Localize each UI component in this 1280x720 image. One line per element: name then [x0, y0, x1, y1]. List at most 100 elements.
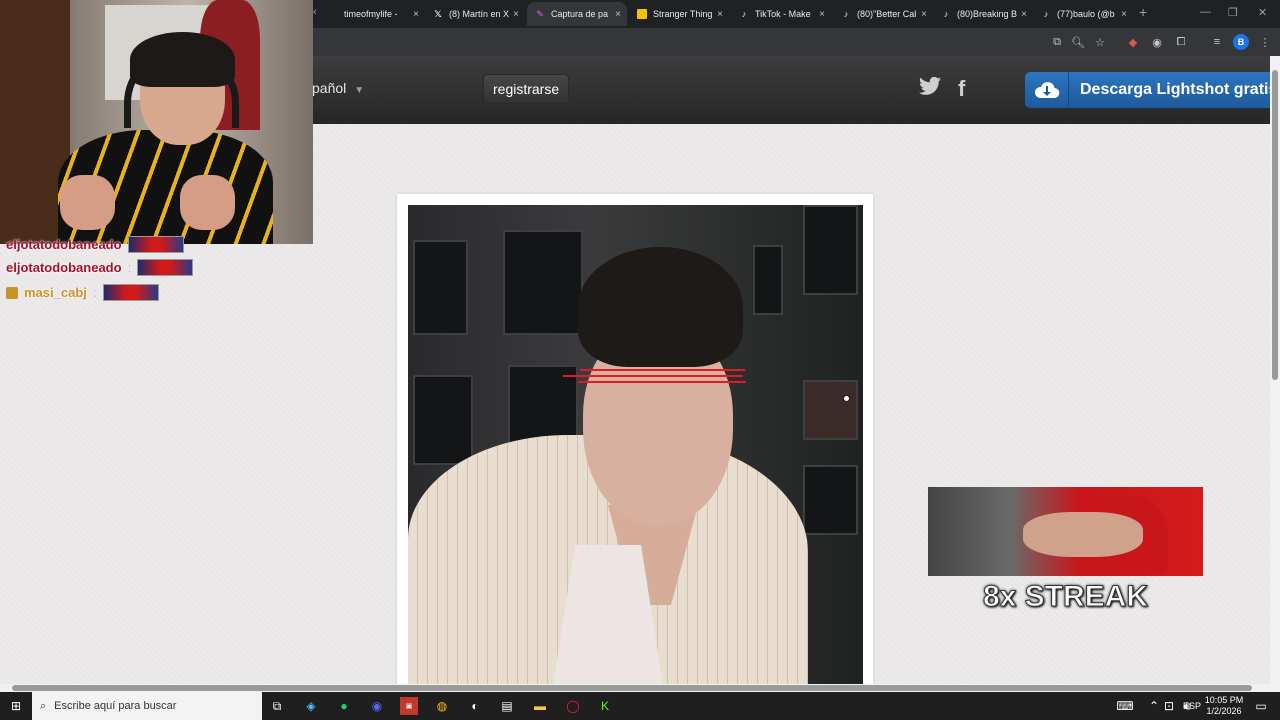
extension-fox-icon[interactable]: ◆	[1125, 34, 1141, 50]
chat-emote	[127, 236, 184, 253]
file-explorer-icon[interactable]: ▬	[531, 697, 549, 715]
streak-label: 8x STREAK	[982, 580, 1149, 614]
tiktok-icon: ♪	[1043, 9, 1049, 19]
reading-list-icon[interactable]: ≡	[1209, 34, 1225, 50]
hand	[180, 175, 235, 230]
task-view-icon[interactable]: ⧉	[268, 697, 286, 715]
search-icon: ⌕	[40, 699, 47, 712]
network-icon[interactable]: ⊡	[1160, 697, 1178, 715]
chrome-icon[interactable]: ◍	[433, 697, 451, 715]
search-placeholder: Escribe aquí para buscar	[54, 700, 177, 712]
facebook-icon[interactable]: f	[958, 76, 965, 102]
download-cloud-icon	[1025, 72, 1069, 108]
tab-scroll-left-icon[interactable]: ‹	[313, 6, 317, 18]
profile-avatar[interactable]: B	[1233, 34, 1249, 50]
page-icon	[328, 9, 338, 19]
language-indicator[interactable]: ESP	[1183, 701, 1201, 711]
tab-label: (8) Martín en X	[449, 9, 510, 19]
tab-close-icon[interactable]: ×	[1021, 9, 1027, 20]
capcut-icon[interactable]: ▤	[498, 697, 516, 715]
chat-badge-icon	[6, 286, 18, 299]
discord-icon[interactable]: ◉	[368, 697, 386, 715]
red-line-annotation	[578, 381, 746, 383]
language-label: pañol	[312, 80, 347, 96]
clock-date: 1/2/2026	[1206, 706, 1242, 716]
kick-icon[interactable]: K	[596, 697, 614, 715]
language-selector[interactable]: pañol ▼	[312, 80, 364, 96]
clock[interactable]: 10:05 PM 1/2/2026	[1200, 695, 1248, 717]
windows-start-icon[interactable]: ⊞	[7, 697, 25, 715]
new-tab-button[interactable]: +	[1139, 4, 1147, 20]
tab-label: (77)baulo (@b	[1057, 9, 1115, 19]
building-window	[803, 465, 858, 535]
tab-close-icon[interactable]: ×	[819, 9, 825, 20]
tab-label: Captura de pa	[551, 9, 609, 19]
vertical-scrollbar[interactable]	[1270, 56, 1280, 684]
horizontal-scrollbar[interactable]	[0, 684, 1280, 692]
mouse-cursor-icon	[843, 395, 850, 402]
hand	[60, 175, 115, 230]
chat-username: eljotatodobaneado	[6, 237, 122, 252]
tab-timeofmylife[interactable]: timeofmylife - ×	[320, 2, 425, 26]
tab-stranger-things[interactable]: Stranger Thing ×	[629, 2, 729, 26]
tab-label: (80)"Better Cal	[857, 9, 917, 19]
screenshot-image[interactable]	[408, 205, 863, 684]
spotify-icon[interactable]: ●	[335, 697, 353, 715]
twitter-icon[interactable]	[919, 76, 941, 102]
chat-emote	[137, 259, 194, 276]
extensions-puzzle-icon[interactable]: ⧠	[1173, 34, 1189, 50]
zoom-icon[interactable]: 🔍︎	[1070, 34, 1086, 50]
chat-emote	[102, 284, 159, 301]
scroll-thumb[interactable]	[12, 685, 1252, 691]
lightshot-feather-icon: ✎	[536, 8, 544, 19]
streak-gif	[928, 487, 1203, 576]
chevron-down-icon: ▼	[354, 85, 365, 96]
tab-close-icon[interactable]: ×	[413, 9, 419, 20]
building-window	[753, 245, 783, 315]
register-button[interactable]: registrarse	[483, 74, 570, 104]
tab-close-icon[interactable]: ×	[513, 9, 519, 20]
notification-icon[interactable]: ▭	[1252, 697, 1270, 715]
opera-icon[interactable]: ◯	[564, 697, 582, 715]
minimize-icon[interactable]: —	[1200, 6, 1211, 18]
tab-captura[interactable]: ✎ Captura de pa ×	[527, 2, 627, 26]
clock-time: 10:05 PM	[1204, 695, 1244, 705]
tab-better-call[interactable]: ♪ (80)"Better Cal ×	[833, 2, 933, 26]
building-window	[803, 205, 858, 295]
app-icon[interactable]: ▣	[400, 697, 418, 715]
tab-tiktok-make[interactable]: ♪ TikTok - Make ×	[731, 2, 831, 26]
tab-baulo[interactable]: ♪ (77)baulo (@b ×	[1033, 2, 1133, 26]
tiktok-icon: ♪	[943, 9, 949, 19]
scroll-thumb[interactable]	[1272, 70, 1278, 380]
chat-separator: :	[92, 285, 97, 300]
red-line-annotation	[563, 375, 743, 377]
tab-label: TikTok - Make	[755, 9, 811, 19]
cast-icon[interactable]: ⧉	[1049, 34, 1065, 50]
chat-message: eljotatodobaneado	[6, 236, 184, 253]
taskbar-search[interactable]: ⌕ Escribe aquí para buscar	[32, 692, 262, 720]
bookmark-star-icon[interactable]: ☆	[1092, 34, 1108, 50]
tab-close-icon[interactable]: ×	[615, 9, 621, 20]
tab-label: timeofmylife -	[344, 9, 398, 19]
tab-close-icon[interactable]: ×	[717, 9, 723, 20]
building-window	[413, 375, 473, 465]
tab-close-icon[interactable]: ×	[1121, 9, 1127, 20]
chat-separator: :	[127, 260, 132, 275]
extension-icon[interactable]: ◉	[1149, 34, 1165, 50]
tiktok-icon: ♪	[741, 9, 747, 19]
keyboard-icon[interactable]: ⌨	[1116, 697, 1134, 715]
copilot-icon[interactable]: ◈	[302, 697, 320, 715]
close-window-icon[interactable]: ✕	[1258, 6, 1267, 19]
more-menu-icon[interactable]: ⋮	[1257, 34, 1273, 50]
tab-close-icon[interactable]: ×	[921, 9, 927, 20]
tab-martin-x[interactable]: 𝕏 (8) Martín en X ×	[425, 2, 525, 26]
screenshot-card	[397, 194, 873, 684]
restore-icon[interactable]: ❐	[1228, 6, 1238, 19]
chat-username: masi_cabj	[24, 285, 87, 300]
red-line-annotation	[580, 369, 745, 371]
obs-icon[interactable]: ◐	[466, 697, 484, 715]
webcam-overlay	[0, 0, 313, 244]
download-lightshot-button[interactable]: Descarga Lightshot gratis	[1025, 72, 1270, 108]
tab-breaking-bad[interactable]: ♪ (80)Breaking B ×	[933, 2, 1033, 26]
hair	[578, 247, 743, 367]
